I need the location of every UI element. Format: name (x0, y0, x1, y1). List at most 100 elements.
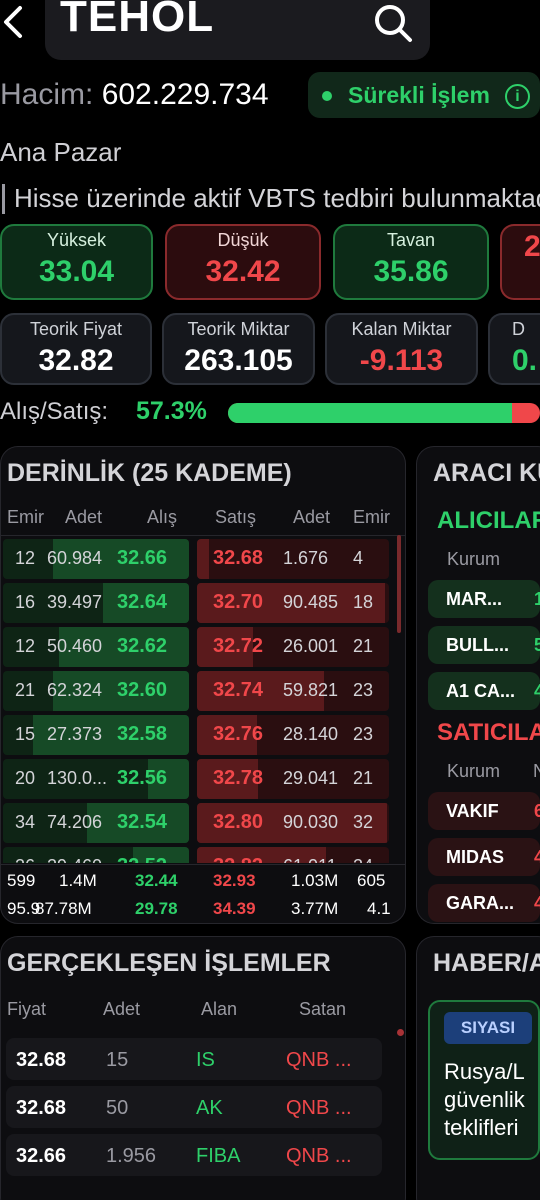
depth-row[interactable]: 12 60.984 32.66 32.68 1.676 4 (1, 539, 401, 579)
ask-qty: 1.676 (283, 548, 329, 568)
stat-value: 0. (512, 344, 538, 377)
search-icon[interactable] (372, 2, 414, 44)
stat-card-theoretical-price: Teorik Fiyat 32.82 (0, 313, 152, 385)
bid-ask-ratio-value: 57.3% (136, 397, 207, 425)
bid-price: 32.52 (117, 855, 167, 863)
status-dot-icon (322, 91, 332, 101)
volume: Hacim: 602.229.734 (0, 78, 269, 112)
broker-name: BULL... (446, 635, 509, 655)
depth-row[interactable]: 26 29.460 32.52 32.82 61.011 24 (1, 847, 401, 863)
trade-row[interactable]: 32.66 1.956 FIBA QNB ... (6, 1134, 382, 1176)
stat-card-high: Yüksek 33.04 (0, 224, 153, 300)
bid-orders: 20 (15, 768, 36, 788)
news-line: güvenlik (444, 1087, 525, 1112)
col-broker: Kurum (447, 549, 501, 569)
depth-row[interactable]: 15 27.373 32.58 32.76 28.140 23 (1, 715, 401, 755)
bid-price: 32.66 (117, 547, 168, 569)
ask-orders: 21 (353, 636, 374, 656)
trade-row[interactable]: 32.68 50 AK QNB ... (6, 1086, 382, 1128)
ask-price: 32.82 (213, 855, 263, 863)
bid-orders: 12 (15, 636, 36, 656)
trade-buyer: FIBA (196, 1145, 241, 1167)
bid-price: 32.60 (117, 679, 168, 701)
info-icon[interactable]: i (505, 84, 530, 109)
depth-row[interactable]: 16 39.497 32.64 32.70 90.485 18 (1, 583, 401, 623)
ask-orders: 4 (353, 548, 364, 568)
bid-ratio-fill (228, 403, 512, 423)
seller-row[interactable]: VAKIF 6 (428, 792, 540, 830)
buyer-row[interactable]: A1 CA... 4 (428, 672, 540, 710)
trades-scroll-indicator (397, 1029, 404, 1036)
stat-card-remaining-qty: Kalan Miktar -9.113 (325, 313, 478, 385)
col-qty: Adet (103, 999, 141, 1019)
stat-card-extra: D 0. (488, 313, 540, 385)
broker-name: VAKIF (446, 801, 499, 821)
sum-cell: 29.78 (135, 899, 178, 918)
ask-qty: 26.001 (283, 636, 339, 656)
vbts-notice: Hisse üzerinde aktif VBTS tedbiri bulunm… (14, 183, 540, 213)
ask-qty: 90.030 (283, 812, 339, 832)
sum-cell: 599 (7, 871, 36, 890)
ask-qty: 29.041 (283, 768, 339, 788)
depth-row[interactable]: 20 130.0... 32.56 32.78 29.041 21 (1, 759, 401, 799)
depth-summary-row: 599 1.4M 32.44 32.93 1.03M 605 (1, 867, 401, 895)
trade-qty: 15 (106, 1049, 129, 1071)
back-arrow-icon[interactable] (0, 2, 26, 42)
ask-depth-bar (197, 539, 209, 579)
depth-scrollbar[interactable] (397, 535, 401, 633)
bid-orders: 21 (15, 680, 36, 700)
trade-row[interactable]: 32.68 15 IS QNB ... (6, 1038, 382, 1080)
ask-orders: 18 (353, 592, 374, 612)
depth-panel: DERİNLİK (25 KADEME) Emir Adet Alış Satı… (0, 446, 406, 924)
broker-title: ARACI KURUM (433, 459, 540, 487)
bid-orders: 15 (15, 724, 36, 744)
seller-row[interactable]: MIDAS 4 (428, 838, 540, 876)
bid-qty: 60.984 (47, 548, 103, 568)
ask-price: 32.72 (213, 635, 264, 657)
depth-title: DERİNLİK (25 KADEME) (7, 459, 292, 487)
stat-label: Düşük (217, 230, 269, 250)
stat-card-low: Düşük 32.42 (165, 224, 321, 300)
bid-qty: 62.324 (47, 680, 103, 700)
bid-orders: 16 (15, 592, 36, 612)
seller-row[interactable]: GARA... 4 (428, 884, 540, 922)
volume-label: Hacim: (0, 78, 94, 111)
sum-cell: 32.93 (213, 871, 256, 890)
bid-qty: 130.0... (47, 768, 108, 788)
broker-name: A1 CA... (446, 681, 516, 701)
col-buyer: Alan (201, 999, 238, 1019)
col-ask-orders: Emir (353, 507, 390, 527)
bid-qty: 50.460 (47, 636, 103, 656)
news-line: teklifleri (444, 1115, 519, 1140)
sum-cell: 87.78M (35, 899, 92, 918)
col-price: Fiyat (7, 999, 47, 1019)
broker-value: 4 (534, 681, 540, 701)
buyer-row[interactable]: BULL... 5 (428, 626, 540, 664)
ask-price: 32.78 (213, 767, 264, 789)
stat-label: Kalan Miktar (351, 319, 452, 339)
depth-row[interactable]: 34 74.206 32.54 32.80 90.030 32 (1, 803, 401, 843)
broker-value: 4 (534, 847, 540, 867)
stat-value: 263.105 (184, 344, 293, 377)
news-title: HABER/A (433, 949, 540, 977)
ask-price: 32.74 (213, 679, 264, 701)
bid-price: 32.56 (117, 767, 168, 789)
trades-title: GERÇEKLEŞEN İŞLEMLER (7, 949, 331, 977)
broker-name: MAR... (446, 589, 502, 609)
sum-cell: 34.39 (213, 899, 256, 918)
depth-row[interactable]: 12 50.460 32.62 32.72 26.001 21 (1, 627, 401, 667)
stat-value: 32.42 (205, 255, 281, 288)
stat-label: Teorik Miktar (187, 319, 290, 339)
bid-orders: 12 (15, 548, 36, 568)
summary-divider (1, 864, 405, 865)
ask-orders: 23 (353, 724, 374, 744)
ask-price: 32.76 (213, 723, 264, 745)
depth-rows[interactable]: 12 60.984 32.66 32.68 1.676 4 16 39.497 32.64 32.… (1, 539, 405, 863)
ask-orders: 23 (353, 680, 374, 700)
ask-qty: 61.011 (283, 856, 337, 863)
ask-orders: 32 (353, 812, 374, 832)
depth-row[interactable]: 21 62.324 32.60 32.74 59.821 23 (1, 671, 401, 711)
bid-qty: 27.373 (47, 724, 103, 744)
bid-ask-ratio-label: Alış/Satış: (0, 398, 109, 425)
buyer-row[interactable]: MAR... 1 (428, 580, 540, 618)
